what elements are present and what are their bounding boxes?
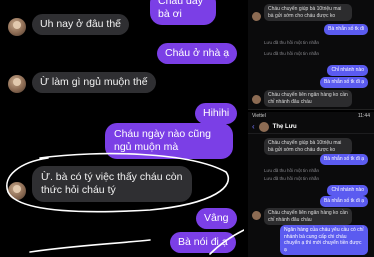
contact-avatar [252,12,261,21]
message-incoming: Ừ làm gì ngủ muộn thế [32,72,156,93]
contact-avatar [8,18,26,36]
message-outgoing: Bà nhắn số tk đi ạ [319,196,368,207]
contact-avatar [8,75,26,93]
back-arrow-icon[interactable]: ‹ [252,122,255,131]
screenshot-bottom: Viettel 11:44 ‹ Thẹ Lưu Cháu chuyển giúp… [248,112,374,257]
message-incoming: Uh nay ở đâu thế [32,14,130,35]
message-incoming: Ừ. bà có tý việc thấy cháu còn thức hỏi … [32,166,192,202]
contact-avatar [252,95,261,104]
recalled-notice: Lưu đã thu hồi một tin nhắn [264,176,320,181]
message-outgoing: Chỉ nhánh nào [327,185,368,196]
message-outgoing: Hihihi [195,103,238,124]
contact-avatar [252,211,261,220]
main-chat-screenshot: Cháu đây bà ơi Uh nay ở đâu thế Cháu ở n… [0,0,244,257]
message-outgoing: Bà nhắn số tk đi [324,24,368,35]
recalled-notice: Lưu đã thu hồi một tin nhắn [264,51,320,56]
message-outgoing: Cháu đây bà ơi [150,0,216,25]
message-outgoing: Bà nói đi ạ [170,232,236,253]
screenshot-top: Cháu chuyển giúp bà 10triệu mai bà gửi s… [248,0,374,110]
clock-label: 11:44 [357,113,370,119]
contact-name: Thẹ Lưu [272,123,297,130]
contact-avatar[interactable] [258,121,269,132]
message-outgoing: Vâng [196,208,237,229]
message-outgoing: Bà nhắn số tk đi ạ [319,154,368,165]
message-incoming: Cháu chuyển liên ngân hàng ko cần chỉ nh… [264,90,352,107]
message-outgoing: Cháu ở nhà ạ [157,43,238,64]
recalled-notice: Lưu đã thu hồi một tin nhắn [264,40,320,45]
message-outgoing: Ngân hàng của cháu yêu cầu có chỉ nhánh … [280,225,368,255]
message-incoming: Cháu chuyển liên ngân hàng ko cần chỉ nh… [264,208,352,225]
contact-avatar [8,182,26,200]
message-outgoing: Cháu ngày nào cũng ngủ muộn mà [105,123,233,159]
message-outgoing: Bà nhắn số tk đi ạ [319,77,368,88]
recalled-notice: Lưu đã thu hồi một tin nhắn [264,168,320,173]
chat-header: ‹ Thẹ Lưu [248,120,374,134]
message-incoming: Cháu chuyển giúp bà 10triệu mai bà gửi s… [264,4,352,21]
message-outgoing: Chỉ nhánh nào [327,65,368,76]
message-incoming: Cháu chuyển giúp bà 10triệu mai bà gửi s… [264,138,352,155]
carrier-label: Viettel [252,113,266,119]
